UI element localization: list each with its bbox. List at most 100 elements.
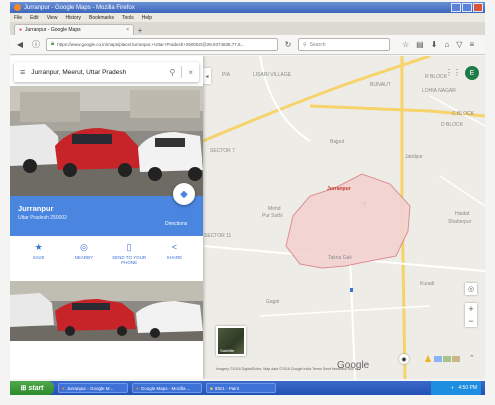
imagery-thumb-2[interactable] — [443, 356, 451, 362]
close-window-button[interactable] — [473, 3, 483, 12]
menu-tools[interactable]: Tools — [122, 15, 134, 21]
map-attribution: Imagery ©2018 DigitalGlobe, Map data ©20… — [216, 367, 358, 371]
taskbar-item-firefox[interactable]: ● Google Maps - Mozilla ... — [132, 383, 202, 393]
map-label-shaherpur: Shaherpur — [448, 219, 472, 225]
taskbar-item-paint[interactable]: ■ IDE1 - Paint — [206, 383, 276, 393]
maps-search-box[interactable]: ≡ Jurranpur, Meerut, Uttar Pradesh ⚲ × — [14, 62, 199, 82]
taskbar-item-label: Jurranpur - Google M... — [66, 385, 114, 391]
menu-history[interactable]: History — [65, 15, 81, 21]
taskbar-item-label: Google Maps - Mozilla ... — [140, 385, 191, 391]
search-input[interactable]: Jurranpur, Meerut, Uttar Pradesh — [31, 69, 163, 76]
window-title: Jurranpur - Google Maps - Mozilla Firefo… — [24, 4, 135, 11]
home-icon[interactable]: ⌂ — [444, 40, 449, 49]
zoom-out-button[interactable]: − — [468, 315, 473, 327]
pegman-icon[interactable]: ♟ — [424, 354, 432, 366]
page-content: PIA LISARI VILLAGE BIJNAUT R BLOCK LOHIA… — [10, 56, 485, 379]
directions-button[interactable]: ◆ — [173, 183, 195, 205]
tab-bar: ● Jurranpur - Google Maps × + — [10, 22, 485, 35]
window-titlebar: Jurranpur - Google Maps - Mozilla Firefo… — [10, 2, 485, 13]
save-label: SAVE — [32, 255, 45, 260]
download-icon[interactable]: ⬇ — [431, 40, 438, 49]
pocket-icon[interactable]: ▽ — [456, 40, 462, 49]
taskbar-item-label: IDE1 - Paint — [214, 385, 239, 391]
map-label-bajput: Bajput — [330, 139, 345, 145]
url-bar[interactable]: 🔒︎ https://www.google.co.in/maps/place/J… — [46, 38, 278, 51]
directions-label: Directions — [165, 221, 188, 227]
reading-list-icon[interactable]: ▤ — [416, 40, 424, 49]
menu-bookmarks[interactable]: Bookmarks — [89, 15, 114, 21]
tray-icon[interactable]: ◐ — [451, 385, 454, 391]
maximize-button[interactable] — [462, 3, 472, 12]
url-text: https://www.google.co.in/maps/place/Jurr… — [57, 42, 245, 47]
map-label-haidat: Haidat — [455, 211, 470, 217]
save-button[interactable]: ★ SAVE — [19, 242, 59, 278]
search-divider — [181, 66, 183, 78]
nearby-icon: ◎ — [79, 242, 88, 252]
account-avatar[interactable]: E — [465, 66, 479, 80]
map-label-sector11: SECTOR 11 — [204, 233, 232, 239]
expand-chevron-icon[interactable]: ⌃ — [469, 354, 475, 362]
place-photo-thumbnail[interactable] — [10, 281, 203, 341]
send-to-phone-button[interactable]: ▯ SEND TO YOUR PHONE — [109, 242, 149, 278]
map-label-rblock: R BLOCK — [425, 74, 447, 80]
search-placeholder: Search — [309, 41, 326, 48]
search-icon[interactable]: ⚲ — [169, 68, 175, 77]
nearby-button[interactable]: ◎ NEARBY — [64, 242, 104, 278]
reload-icon[interactable]: ↻ — [282, 39, 294, 51]
start-button[interactable]: ⊞ start — [10, 381, 54, 395]
collapse-panel-button[interactable]: ◂ — [203, 68, 211, 84]
new-tab-button[interactable]: + — [134, 25, 146, 35]
apps-grid-icon[interactable]: ⋮⋮ — [445, 68, 461, 77]
menu-help[interactable]: Help — [142, 15, 152, 21]
place-header: Jurranpur Uttar Pradesh 250002 — [10, 196, 203, 236]
navigation-bar: ◀ ⓘ 🔒︎ https://www.google.co.in/maps/pla… — [10, 35, 485, 55]
map-label-takna: Takna Gali — [328, 255, 352, 261]
taskbar-item-maps[interactable]: ● Jurranpur - Google M... — [58, 383, 128, 393]
my-location-icon[interactable]: ◎ — [465, 283, 477, 295]
windows-logo-icon: ⊞ — [20, 385, 27, 392]
firefox-task-icon: ● — [62, 385, 65, 391]
share-label: SHARE — [166, 255, 183, 260]
firefox-task-icon: ● — [136, 385, 139, 391]
minimize-button[interactable] — [451, 3, 461, 12]
reader-icon[interactable]: ⓘ — [30, 39, 42, 51]
nearby-label: NEARBY — [74, 255, 94, 260]
map-label-dblock: D BLOCK — [441, 122, 463, 128]
tab-label: Jurranpur - Google Maps — [25, 27, 81, 33]
imagery-thumb-1[interactable] — [434, 356, 442, 362]
system-tray: ◐ 4:50 PM — [431, 381, 481, 395]
firefox-icon — [14, 4, 21, 11]
menu-edit[interactable]: Edit — [30, 15, 39, 21]
tab-maps[interactable]: ● Jurranpur - Google Maps × — [14, 24, 134, 35]
map-label-pia: PIA — [222, 72, 231, 78]
menu-icon[interactable]: ≡ — [469, 40, 474, 49]
satellite-label: Satellite — [220, 348, 235, 353]
menu-view[interactable]: View — [47, 15, 58, 21]
send-to-phone-label: SEND TO YOUR PHONE — [112, 255, 147, 265]
search-bar[interactable]: ⚲ Search — [298, 38, 390, 51]
map-label-kuradi: Kuradi — [420, 281, 435, 287]
satellite-toggle[interactable]: Satellite — [216, 326, 246, 356]
clear-search-icon[interactable]: × — [188, 68, 193, 77]
compass-icon[interactable]: ◉ — [399, 354, 409, 364]
lock-icon: 🔒︎ — [51, 41, 55, 47]
tab-close-icon[interactable]: × — [126, 27, 129, 33]
back-icon[interactable]: ◀ — [14, 39, 26, 51]
zoom-in-button[interactable]: + — [468, 303, 473, 315]
imagery-thumb-3[interactable] — [452, 356, 460, 362]
place-photo-image — [10, 86, 203, 196]
menu-file[interactable]: File — [14, 15, 22, 21]
place-name: Jurranpur — [18, 204, 54, 213]
place-photo[interactable] — [10, 86, 203, 196]
hamburger-menu-icon[interactable]: ≡ — [20, 67, 25, 77]
map-label-jatolpur: Jatolpur — [405, 154, 423, 160]
map-label-sector7: SECTOR 7 — [210, 148, 235, 154]
start-label: start — [28, 384, 44, 392]
map-label-lohianagar: LOHIA NAGAR — [422, 88, 456, 94]
bookmark-star-icon[interactable]: ☆ — [402, 40, 409, 49]
place-actions: ★ SAVE ◎ NEARBY ▯ SEND TO YOUR PHONE < S… — [10, 242, 203, 278]
maps-favicon-icon: ● — [19, 27, 23, 33]
imagery-thumbnails[interactable] — [434, 356, 460, 362]
phone-icon: ▯ — [126, 242, 132, 252]
share-button[interactable]: < SHARE — [154, 242, 194, 278]
